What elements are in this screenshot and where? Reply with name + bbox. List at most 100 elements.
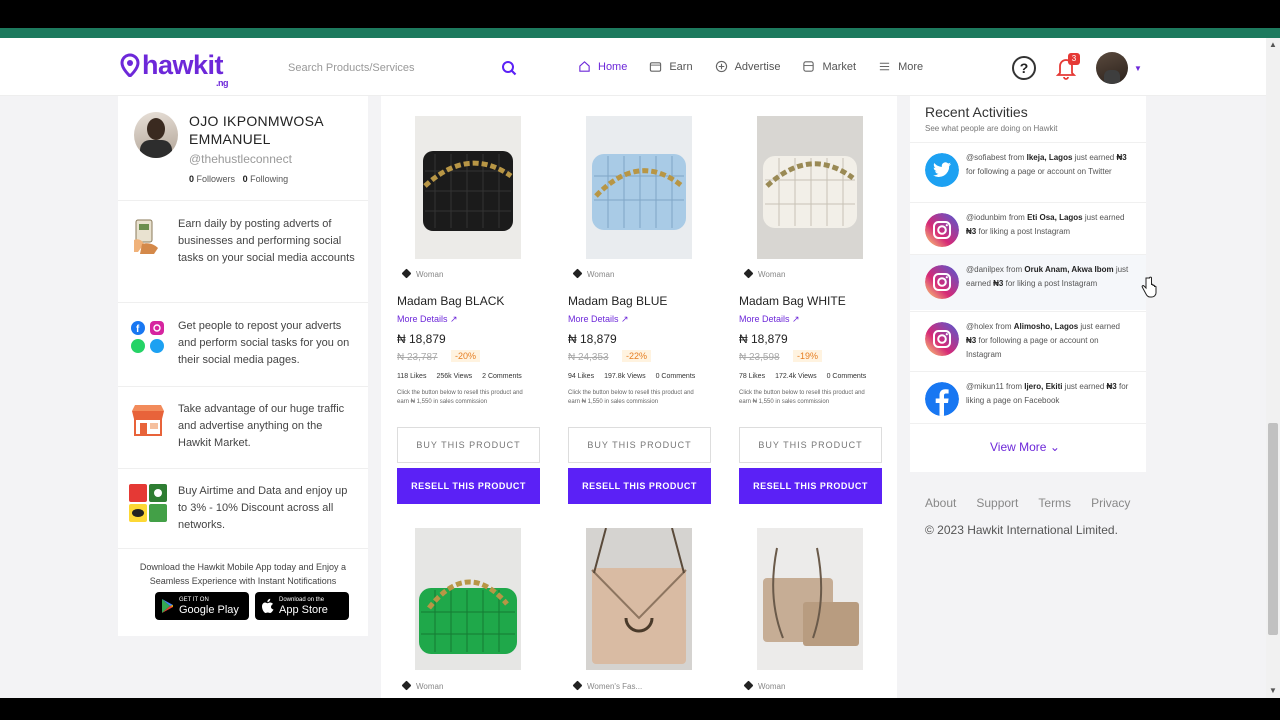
product-image[interactable]: [757, 528, 863, 670]
recent-activities-subtitle: See what people are doing on Hawkit: [925, 124, 1058, 133]
product-image[interactable]: [415, 528, 521, 670]
nav-more[interactable]: More: [878, 60, 923, 73]
view-more-label: View More: [990, 440, 1047, 454]
product-image[interactable]: [415, 116, 521, 259]
activity-location: Ikeja, Lagos: [1026, 153, 1073, 162]
product-image[interactable]: [586, 116, 692, 259]
activity-user: @iodunbim: [966, 213, 1007, 222]
product-category: Woman: [401, 268, 443, 279]
feature-advertise-text: Get people to repost your adverts and pe…: [178, 320, 350, 366]
instagram-icon: [925, 213, 959, 247]
product-price: ₦ 18,879: [739, 332, 788, 346]
activity-user: @sofiabest: [966, 153, 1007, 162]
view-more-button[interactable]: View More ⌄: [990, 440, 1060, 454]
activity-rest: just earned: [1074, 153, 1115, 162]
more-details-link[interactable]: More Details ↗: [568, 314, 629, 325]
resell-product-button[interactable]: RESELL THIS PRODUCT: [739, 468, 882, 504]
activity-text: @mikun11 from Ijero, Ekiti just earned ₦…: [966, 380, 1131, 408]
app-store-button[interactable]: Download on the App Store: [255, 592, 349, 620]
search-box: [275, 54, 525, 82]
product-price: ₦ 18,879: [568, 332, 617, 346]
nav-home-label: Home: [598, 60, 628, 73]
footer-about-link[interactable]: About: [925, 496, 956, 510]
nav-advertise[interactable]: Advertise: [715, 60, 780, 73]
product-title: Madam Bag BLACK: [397, 294, 505, 308]
product-stats: 118 Likes 256k Views 2 Comments: [397, 373, 522, 380]
search-icon[interactable]: [501, 60, 517, 76]
nav-earn[interactable]: Earn: [649, 60, 693, 73]
site-header: hawkit .ng Home Earn Advertise Market Mo…: [0, 38, 1266, 96]
recent-activities-title: Recent Activities: [925, 104, 1028, 120]
profile-follow-counts: 0 Followers 0 Following: [189, 174, 288, 184]
scrollbar-thumb[interactable]: [1268, 423, 1278, 635]
likes-count: 94 Likes: [568, 373, 595, 380]
activity-rest: just earned: [1084, 213, 1125, 222]
activity-action: for liking a post Instagram: [1005, 279, 1098, 288]
resell-product-button[interactable]: RESELL THIS PRODUCT: [397, 468, 540, 504]
activity-action: for liking a post Instagram: [978, 227, 1071, 236]
footer-support-link[interactable]: Support: [976, 496, 1018, 510]
buy-product-button[interactable]: BUY THIS PRODUCT: [568, 427, 711, 463]
divider: [118, 302, 368, 303]
scrollbar[interactable]: [1266, 38, 1280, 698]
help-icon[interactable]: ?: [1012, 56, 1036, 80]
product-image[interactable]: [586, 528, 692, 670]
plus-circle-icon: [715, 60, 727, 73]
activity-from: from: [995, 322, 1012, 331]
product-old-price: ₦ 23,598: [739, 352, 780, 363]
activity-text: @danilpex from Oruk Anam, Akwa Ibom just…: [966, 263, 1131, 291]
more-details-link[interactable]: More Details ↗: [397, 314, 458, 325]
nav-market[interactable]: Market: [802, 60, 856, 73]
activity-from: from: [1006, 382, 1022, 391]
profile-name: OJO IKPONMWOSA EMMANUEL: [189, 113, 324, 147]
category-label: Woman: [416, 682, 444, 691]
google-play-button[interactable]: GET IT ON Google Play: [155, 592, 249, 620]
menu-icon: [879, 62, 890, 71]
buy-product-button[interactable]: BUY THIS PRODUCT: [739, 427, 882, 463]
wallet-icon: [650, 62, 662, 72]
discount-badge: -20%: [451, 350, 481, 362]
activity-item: @holex from Alimosho, Lagos just earned …: [910, 311, 1146, 367]
scroll-up-arrow-icon[interactable]: ▲: [1268, 40, 1278, 50]
profile-menu[interactable]: ▼: [1096, 52, 1142, 84]
resell-product-button[interactable]: RESELL THIS PRODUCT: [568, 468, 711, 504]
hawkit-logo[interactable]: hawkit .ng: [118, 50, 229, 88]
profile-avatar[interactable]: [134, 112, 178, 158]
product-image[interactable]: [757, 116, 863, 259]
activity-from: from: [1006, 265, 1023, 274]
footer-privacy-link[interactable]: Privacy: [1091, 496, 1130, 510]
buy-product-button[interactable]: BUY THIS PRODUCT: [397, 427, 540, 463]
footer-terms-link[interactable]: Terms: [1038, 496, 1071, 510]
feature-airtime-text: Buy Airtime and Data and enjoy up to 3% …: [178, 485, 348, 531]
instagram-icon: [925, 322, 959, 356]
main-nav: Home Earn Advertise Market More: [578, 60, 923, 73]
product-category: Woman: [401, 680, 444, 691]
category-label: Woman: [758, 682, 786, 691]
comments-count: 0 Comments: [655, 373, 696, 380]
product-category: Woman: [572, 268, 614, 279]
views-count: 256k Views: [436, 373, 473, 380]
following-count: 0: [242, 174, 248, 184]
followers-count: 0: [189, 174, 195, 184]
activity-action: for following a page or account on Twitt…: [966, 167, 1112, 176]
copyright-text: © 2023 Hawkit International Limited.: [925, 523, 1118, 537]
scroll-down-arrow-icon[interactable]: ▼: [1268, 686, 1278, 696]
more-details-link[interactable]: More Details ↗: [739, 314, 800, 325]
nav-home[interactable]: Home: [578, 60, 627, 73]
tag-icon: [572, 680, 583, 691]
more-details-label: More Details: [739, 314, 790, 324]
search-input[interactable]: [275, 54, 525, 82]
product-old-price: ₦ 24,353: [568, 352, 609, 363]
apple-icon: [262, 598, 274, 613]
following-label: Following: [250, 174, 289, 184]
white-bag-image: [757, 116, 863, 259]
product-category: Woman: [743, 680, 786, 691]
more-details-label: More Details: [397, 314, 448, 324]
notifications-button[interactable]: 3: [1054, 53, 1080, 81]
activity-user: @danilpex: [966, 265, 1004, 274]
product-category: Women's Fas...: [572, 680, 642, 691]
product-price: ₦ 18,879: [397, 332, 446, 346]
resell-note: Click the button below to resell this pr…: [739, 390, 865, 405]
store-icon: [803, 61, 815, 72]
facebook-icon: [925, 382, 959, 416]
